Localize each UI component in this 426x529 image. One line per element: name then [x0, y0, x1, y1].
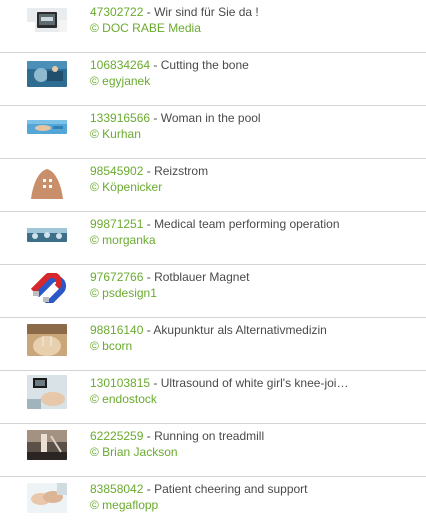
item-id[interactable]: 106834264 — [90, 58, 150, 72]
item-id[interactable]: 47302722 — [90, 5, 143, 19]
item-title-line[interactable]: 97672766 - Rotblauer Magnet — [90, 269, 420, 285]
item-title[interactable]: Cutting the bone — [161, 58, 249, 72]
thumbnail-back-electrodes[interactable] — [27, 165, 67, 199]
item-credit[interactable]: © egyjanek — [90, 73, 150, 89]
thumbnail-doctor-tablet[interactable] — [27, 8, 67, 32]
thumbnail-surgery[interactable] — [27, 61, 67, 87]
item-credit[interactable]: © psdesign1 — [90, 285, 157, 301]
list-item[interactable]: 97672766 - Rotblauer Magnet © psdesign1 — [0, 265, 426, 318]
item-title-line[interactable]: 47302722 - Wir sind für Sie da ! — [90, 4, 420, 20]
list-item[interactable]: 133916566 - Woman in the pool © Kurhan — [0, 106, 426, 159]
item-title[interactable]: Medical team performing operation — [154, 217, 339, 231]
item-title-line[interactable]: 99871251 - Medical team performing opera… — [90, 216, 420, 232]
separator: - — [143, 323, 154, 337]
item-credit[interactable]: © Kurhan — [90, 126, 141, 142]
thumbnail-pool[interactable] — [27, 120, 67, 134]
item-title[interactable]: Akupunktur als Alternativmedizin — [153, 323, 326, 337]
item-id[interactable]: 98816140 — [90, 323, 143, 337]
item-id[interactable]: 97672766 — [90, 270, 143, 284]
item-title-line[interactable]: 133916566 - Woman in the pool — [90, 110, 420, 126]
separator: - — [143, 164, 155, 178]
separator: - — [143, 217, 155, 231]
item-id[interactable]: 130103815 — [90, 376, 150, 390]
item-credit[interactable]: © DOC RABE Media — [90, 20, 201, 36]
item-credit[interactable]: © Köpenicker — [90, 179, 162, 195]
item-title-line[interactable]: 98816140 - Akupunktur als Alternativmedi… — [90, 322, 420, 338]
list-item[interactable]: 106834264 - Cutting the bone © egyjanek — [0, 53, 426, 106]
thumbnail-treadmill[interactable] — [27, 430, 67, 460]
list-item[interactable]: 99871251 - Medical team performing opera… — [0, 212, 426, 265]
separator: - — [143, 270, 155, 284]
thumbnail-ultrasound[interactable] — [27, 375, 67, 409]
separator: - — [150, 111, 161, 125]
item-credit[interactable]: © Brian Jackson — [90, 444, 178, 460]
item-id[interactable]: 62225259 — [90, 429, 143, 443]
item-title[interactable]: Running on treadmill — [154, 429, 264, 443]
list-item[interactable]: 98545902 - Reizstrom © Köpenicker — [0, 159, 426, 212]
item-id[interactable]: 133916566 — [90, 111, 150, 125]
item-title-line[interactable]: 98545902 - Reizstrom — [90, 163, 420, 179]
item-title[interactable]: Patient cheering and support — [154, 482, 307, 496]
item-credit[interactable]: © endostock — [90, 391, 157, 407]
separator: - — [150, 58, 161, 72]
list-item[interactable]: 62225259 - Running on treadmill © Brian … — [0, 424, 426, 477]
item-credit[interactable]: © morganka — [90, 232, 156, 248]
item-title[interactable]: Reizstrom — [154, 164, 208, 178]
list-item[interactable]: 98816140 - Akupunktur als Alternativmedi… — [0, 318, 426, 371]
item-id[interactable]: 83858042 — [90, 482, 143, 496]
stock-image-list: 47302722 - Wir sind für Sie da ! © DOC R… — [0, 0, 426, 529]
item-id[interactable]: 99871251 — [90, 217, 143, 231]
item-credit[interactable]: © megaflopp — [90, 497, 158, 513]
list-item[interactable]: 83858042 - Patient cheering and support … — [0, 477, 426, 529]
item-title[interactable]: Rotblauer Magnet — [154, 270, 249, 284]
item-title[interactable]: Woman in the pool — [161, 111, 261, 125]
thumbnail-operation[interactable] — [27, 228, 67, 242]
item-title[interactable]: Ultrasound of white girl's knee-joi… — [161, 376, 349, 390]
separator: - — [143, 482, 155, 496]
item-title[interactable]: Wir sind für Sie da ! — [154, 5, 259, 19]
list-item[interactable]: 47302722 - Wir sind für Sie da ! © DOC R… — [0, 0, 426, 53]
item-title-line[interactable]: 106834264 - Cutting the bone — [90, 57, 420, 73]
item-id[interactable]: 98545902 — [90, 164, 143, 178]
list-item[interactable]: 130103815 - Ultrasound of white girl's k… — [0, 371, 426, 424]
item-credit[interactable]: © bcorn — [90, 338, 132, 354]
item-title-line[interactable]: 130103815 - Ultrasound of white girl's k… — [90, 375, 420, 391]
thumbnail-magnet[interactable] — [27, 273, 67, 303]
item-title-line[interactable]: 62225259 - Running on treadmill — [90, 428, 420, 444]
thumbnail-hands-support[interactable] — [27, 483, 67, 513]
item-title-line[interactable]: 83858042 - Patient cheering and support — [90, 481, 420, 497]
separator: - — [143, 5, 155, 19]
separator: - — [143, 429, 155, 443]
thumbnail-acupuncture[interactable] — [27, 324, 67, 356]
separator: - — [150, 376, 161, 390]
